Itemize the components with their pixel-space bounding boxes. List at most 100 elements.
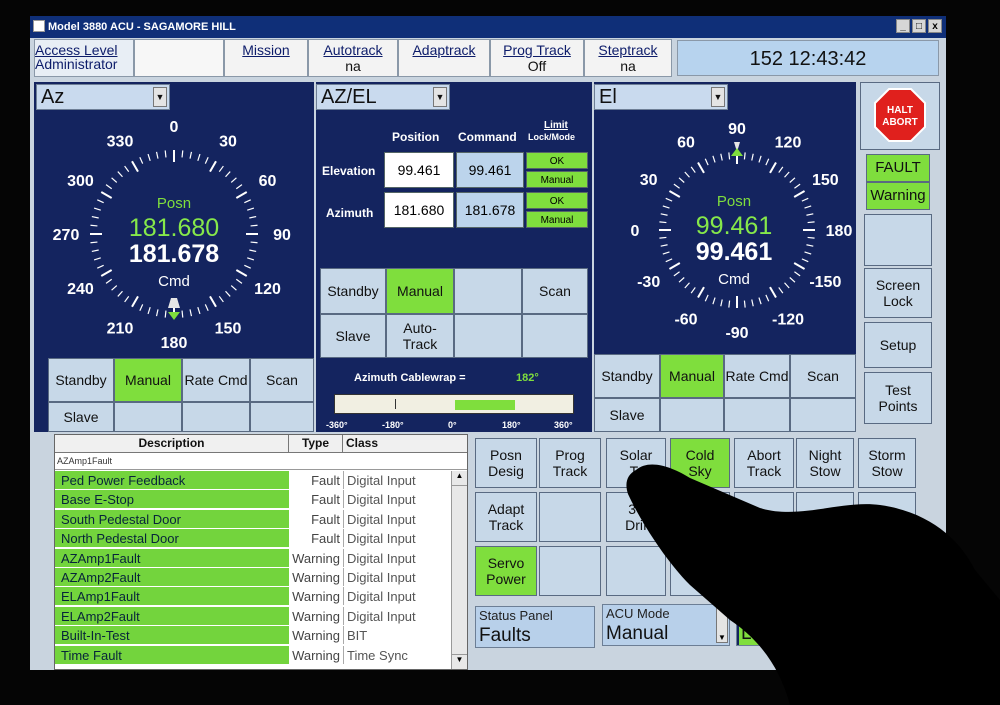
scroll-up-icon[interactable]: ▲ (452, 471, 467, 486)
azel-empty-button[interactable] (522, 314, 588, 358)
scroll-down-icon[interactable]: ▼ (452, 654, 467, 669)
el-dial-tick (678, 177, 685, 183)
el-dial-tick (769, 286, 777, 299)
test-points-button[interactable]: Test Points (864, 372, 932, 424)
mode-empty-button[interactable] (734, 492, 794, 542)
az-standby-button[interactable]: Standby (48, 358, 114, 402)
el-manual-button[interactable]: Manual (660, 354, 724, 398)
el-dial-label: 90 (728, 121, 746, 138)
mode-empty-button[interactable] (539, 492, 601, 542)
acu-mode-select[interactable]: ACU Mode Manual ▼ (602, 604, 730, 646)
mode-empty-button[interactable] (796, 546, 854, 596)
table-row[interactable]: Built-In-Test Warning BIT (55, 626, 451, 645)
night-stow-button[interactable]: Night Stow (796, 438, 854, 488)
adaptrack-button[interactable]: Adaptrack (398, 39, 490, 77)
azel-manual-button[interactable]: Manual (386, 268, 454, 314)
azel-scan-button[interactable]: Scan (522, 268, 588, 314)
el-empty-button[interactable] (660, 398, 724, 432)
prog-track-button[interactable]: Prog Track (539, 438, 601, 488)
halt-abort-button[interactable]: HALT ABORT (860, 82, 940, 150)
azimuth-command[interactable]: 181.678 (456, 192, 524, 228)
mode-empty-button[interactable] (734, 546, 794, 596)
table-row[interactable]: South Pedestal Door Fault Digital Input (55, 509, 451, 529)
table-row[interactable]: North Pedestal Door Fault Digital Input (55, 529, 451, 548)
status-panel-select[interactable]: Status Panel Faults (475, 606, 595, 648)
mode-empty-button[interactable] (670, 546, 730, 596)
table-row[interactable]: AZAmp2Fault Warning Digital Input (55, 568, 451, 587)
azel-autotrack-button[interactable]: Auto-Track (386, 314, 454, 358)
el-slave-button[interactable]: Slave (594, 398, 660, 432)
progtrack-button[interactable]: Prog Track Off (490, 39, 584, 77)
az-posn-value: 181.680 (129, 214, 219, 242)
az-dial-tick (139, 304, 144, 311)
mode-empty-button[interactable] (796, 492, 854, 542)
mode-empty-button[interactable] (606, 546, 666, 596)
table-row[interactable]: Ped Power Feedback Fault Digital Input (55, 471, 451, 490)
screen-lock-button[interactable]: Screen Lock (864, 268, 932, 318)
close-button[interactable]: x (928, 19, 942, 33)
az-dial-tick (209, 160, 217, 173)
table-row[interactable]: Time Fault Warning Time Sync (55, 645, 451, 665)
el-dial-tick (807, 236, 815, 239)
chevron-down-icon[interactable]: ▼ (716, 607, 728, 643)
el-scan-button[interactable]: Scan (790, 354, 856, 398)
chevron-down-icon[interactable]: ▼ (433, 87, 447, 107)
mode-empty-button[interactable] (670, 492, 730, 542)
faults-scrollbar[interactable]: ▲ ▼ (451, 471, 467, 669)
az-empty-button[interactable] (114, 402, 182, 432)
posn-desig-button[interactable]: Posn Desig (475, 438, 537, 488)
azel-standby-button[interactable]: Standby (320, 268, 386, 314)
el-standby-button[interactable]: Standby (594, 354, 660, 398)
fault-class: Digital Input (343, 471, 451, 489)
table-row[interactable]: AZAmp1Fault Warning Digital Input (55, 548, 451, 568)
restore-button[interactable]: □ (912, 19, 926, 33)
az-empty-button[interactable] (182, 402, 250, 432)
cold-sky-button[interactable]: Cold Sky (670, 438, 730, 488)
fault-description: AZAmp1Fault (55, 548, 289, 567)
fault-indicator[interactable]: FAULT (866, 154, 930, 182)
chevron-down-icon[interactable]: ▼ (711, 87, 725, 107)
elevation-command[interactable]: 99.461 (456, 152, 524, 188)
drift-button[interactable]: 3 I Drif (606, 492, 666, 542)
mode-empty-button[interactable] (539, 546, 601, 596)
setup-button[interactable]: Setup (864, 322, 932, 368)
azel-empty-button[interactable] (454, 268, 522, 314)
az-manual-button[interactable]: Manual (114, 358, 182, 402)
az-rate-cmd-button[interactable]: Rate Cmd (182, 358, 250, 402)
az-slave-button[interactable]: Slave (48, 402, 114, 432)
az-select[interactable]: Az ▼ (36, 84, 170, 110)
autotrack-button[interactable]: Autotrack na (308, 39, 398, 77)
el-empty-button[interactable] (790, 398, 856, 432)
azel-select[interactable]: AZ/EL ▼ (316, 84, 450, 110)
chevron-down-icon[interactable]: ▼ (153, 87, 167, 107)
servo-power-button[interactable]: Servo Power (475, 546, 537, 596)
storm-stow-button[interactable]: Storm Stow (858, 438, 916, 488)
el-rate-cmd-button[interactable]: Rate Cmd (724, 354, 790, 398)
adapt-track-button[interactable]: Adapt Track (475, 492, 537, 542)
control-select[interactable]: Control Local (736, 604, 856, 646)
command-col-header: Command (458, 130, 517, 144)
table-row[interactable]: Base E-Stop Fault Digital Input (55, 490, 451, 509)
selected-fault-field[interactable]: AZAmp1Fault (55, 453, 467, 470)
solar-track-button[interactable]: Solar Tr (606, 438, 666, 488)
abort-track-button[interactable]: Abort Track (734, 438, 794, 488)
az-dial-label: 270 (53, 227, 80, 244)
el-dial-label: 150 (812, 172, 839, 189)
minimize-button[interactable]: _ (896, 19, 910, 33)
right-empty-button[interactable] (864, 214, 932, 266)
table-row[interactable]: ELAmp1Fault Warning Digital Input (55, 587, 451, 606)
az-empty-button[interactable] (250, 402, 314, 432)
azel-slave-button[interactable]: Slave (320, 314, 386, 358)
table-row[interactable]: ELAmp2Fault Warning Digital Input (55, 606, 451, 626)
mode-empty-button[interactable] (858, 492, 916, 542)
steptrack-button[interactable]: Steptrack na (584, 39, 672, 77)
el-dial-label: 60 (677, 135, 695, 152)
mode-empty-button[interactable] (858, 546, 916, 596)
el-empty-button[interactable] (724, 398, 790, 432)
warning-indicator[interactable]: Warning (866, 182, 930, 210)
access-level[interactable]: Access Level Administrator (34, 39, 134, 77)
el-select[interactable]: El ▼ (594, 84, 728, 110)
mission-button[interactable]: Mission (224, 39, 308, 77)
az-scan-button[interactable]: Scan (250, 358, 314, 402)
azel-empty-button[interactable] (454, 314, 522, 358)
